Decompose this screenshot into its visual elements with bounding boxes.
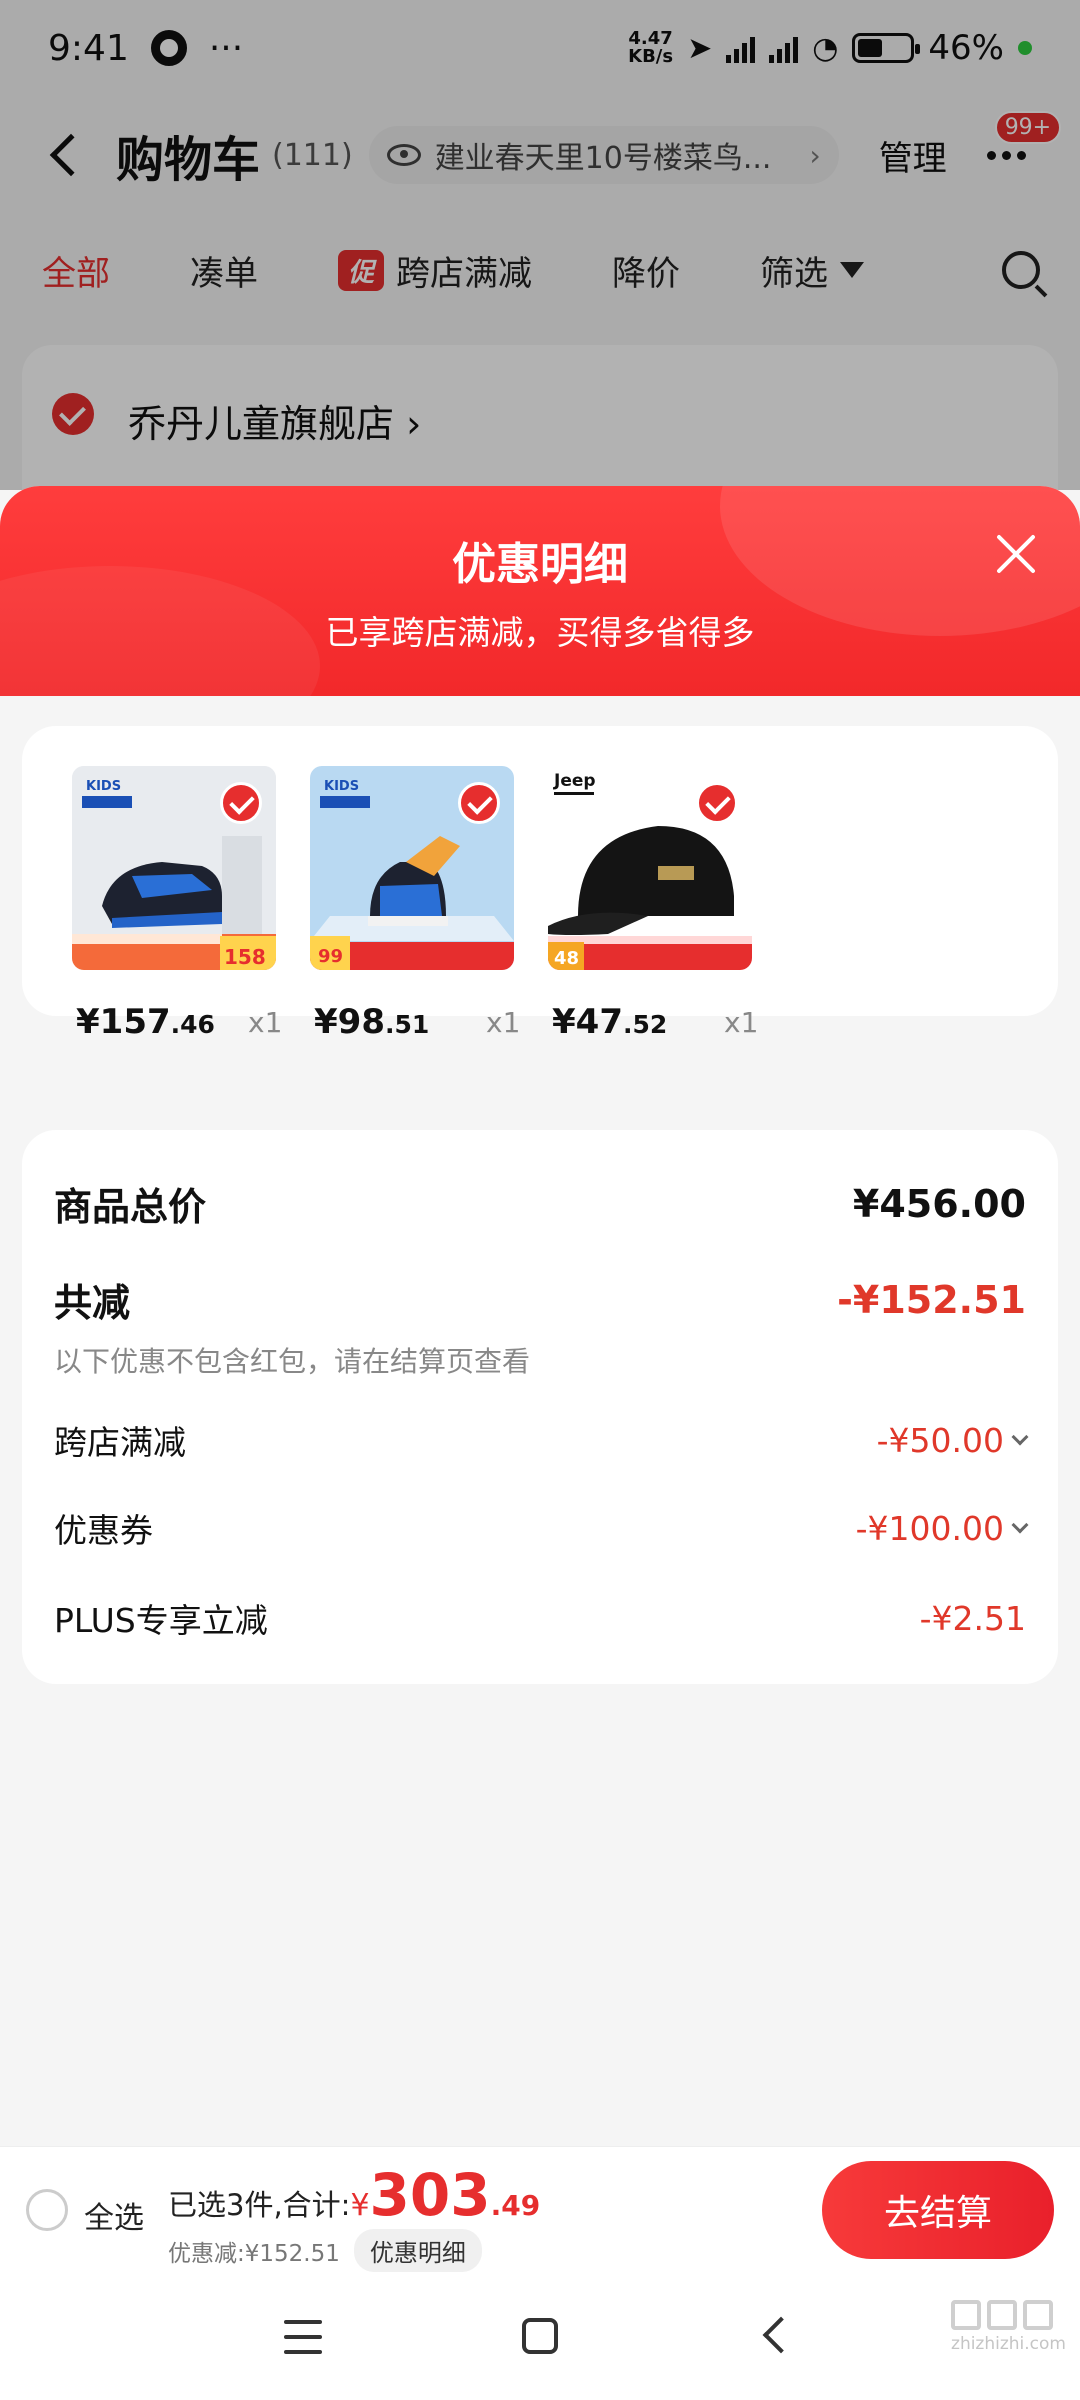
total-price-label: 商品总价	[54, 1185, 207, 1229]
system-nav-bar: zhizhizhi.com	[0, 2274, 1080, 2400]
discount-item-row: PLUS专享立减 -¥2.51	[54, 1594, 1026, 1642]
recent-apps-icon[interactable]	[284, 2320, 322, 2354]
discount-item-value: -¥2.51	[919, 1598, 1026, 1638]
total-reduce-row: 共减 -¥152.51	[54, 1272, 1026, 1327]
total-amount-dec: .49	[490, 2189, 541, 2222]
total-reduce-label: 共减	[54, 1281, 131, 1325]
discount-item-label: PLUS专享立减	[54, 1601, 268, 1640]
product-quantity: x1	[248, 1006, 283, 1039]
home-icon[interactable]	[522, 2318, 558, 2354]
select-all-label[interactable]: 全选	[84, 2193, 144, 2237]
chevron-down-icon	[1011, 1428, 1029, 1446]
svg-text:KIDS: KIDS	[324, 779, 359, 794]
product-quantity: x1	[724, 1006, 759, 1039]
chevron-down-icon	[1011, 1516, 1029, 1534]
product-price: ¥47.52	[552, 1002, 668, 1042]
svg-text:99: 99	[318, 946, 343, 967]
svg-text:KIDS: KIDS	[86, 779, 121, 794]
total-reduce-value: -¥152.51	[837, 1277, 1026, 1322]
discount-summary: 优惠减:¥152.51 优惠明细	[168, 2229, 482, 2272]
discount-item-value: -¥100.00	[856, 1509, 1029, 1548]
discount-detail-button[interactable]: 优惠明细	[353, 2229, 482, 2272]
discount-item-label: 跨店满减	[54, 1423, 186, 1462]
svg-text:48: 48	[554, 948, 579, 969]
sheet-header: 优惠明细 已享跨店满减，买得多省得多	[0, 486, 1080, 766]
sheet-title: 优惠明细	[452, 539, 628, 590]
product-price: ¥98.51	[314, 1002, 430, 1042]
discount-note: 以下优惠不包含红包，请在结算页查看	[54, 1345, 531, 1378]
discount-item-label: 优惠券	[54, 1511, 153, 1550]
discount-item-row[interactable]: 优惠券 -¥100.00	[54, 1504, 1029, 1552]
product-checkbox[interactable]	[696, 782, 738, 824]
svg-text:Jeep: Jeep	[553, 771, 596, 791]
discount-summary-text: 优惠减:¥152.51	[168, 2240, 340, 2267]
product-price: ¥157.46	[76, 1002, 215, 1042]
back-nav-icon[interactable]	[762, 2316, 800, 2354]
selected-count-text: 已选3件,合计:	[168, 2188, 351, 2222]
discount-detail-sheet: 优惠明细 已享跨店满减，买得多省得多 KIDS 158 ¥157.46 x1 K…	[0, 486, 1080, 2146]
checkout-bar: 全选 已选3件,合计: ¥ 303 .49 优惠减:¥152.51 优惠明细 去…	[0, 2146, 1080, 2274]
product-checkbox[interactable]	[220, 782, 262, 824]
product-item[interactable]: KIDS 158 ¥157.46 x1	[72, 766, 292, 1042]
product-list: KIDS 158 ¥157.46 x1 KIDS 99 ¥98.51 x1 Je…	[22, 726, 1058, 1042]
total-amount-int: 303	[369, 2161, 491, 2229]
product-image: KIDS 99	[310, 766, 514, 970]
checkout-button[interactable]: 去结算	[822, 2161, 1054, 2259]
modal-overlay[interactable]	[0, 0, 1080, 490]
product-image: KIDS 158	[72, 766, 276, 970]
product-item[interactable]: Jeep 48 ¥47.52 x1	[548, 766, 768, 1042]
product-checkbox[interactable]	[458, 782, 500, 824]
discount-detail-card: 商品总价 ¥456.00 共减 -¥152.51 以下优惠不包含红包，请在结算页…	[22, 1130, 1058, 1684]
select-all-radio[interactable]	[26, 2189, 68, 2231]
watermark: zhizhizhi.com	[951, 2300, 1066, 2354]
product-item[interactable]: KIDS 99 ¥98.51 x1	[310, 766, 530, 1042]
total-currency: ¥	[350, 2188, 370, 2223]
total-summary: 已选3件,合计: ¥ 303 .49	[168, 2161, 540, 2229]
discount-item-row[interactable]: 跨店满减 -¥50.00	[54, 1416, 1029, 1464]
close-icon[interactable]	[994, 532, 1038, 576]
discount-item-value: -¥50.00	[877, 1421, 1029, 1460]
product-quantity: x1	[486, 1006, 521, 1039]
product-image: Jeep 48	[548, 766, 752, 970]
total-price-row: 商品总价 ¥456.00	[54, 1176, 1026, 1231]
sheet-subtitle: 已享跨店满减，买得多省得多	[325, 613, 755, 652]
total-price-value: ¥456.00	[852, 1181, 1026, 1226]
svg-text:158: 158	[224, 945, 266, 969]
